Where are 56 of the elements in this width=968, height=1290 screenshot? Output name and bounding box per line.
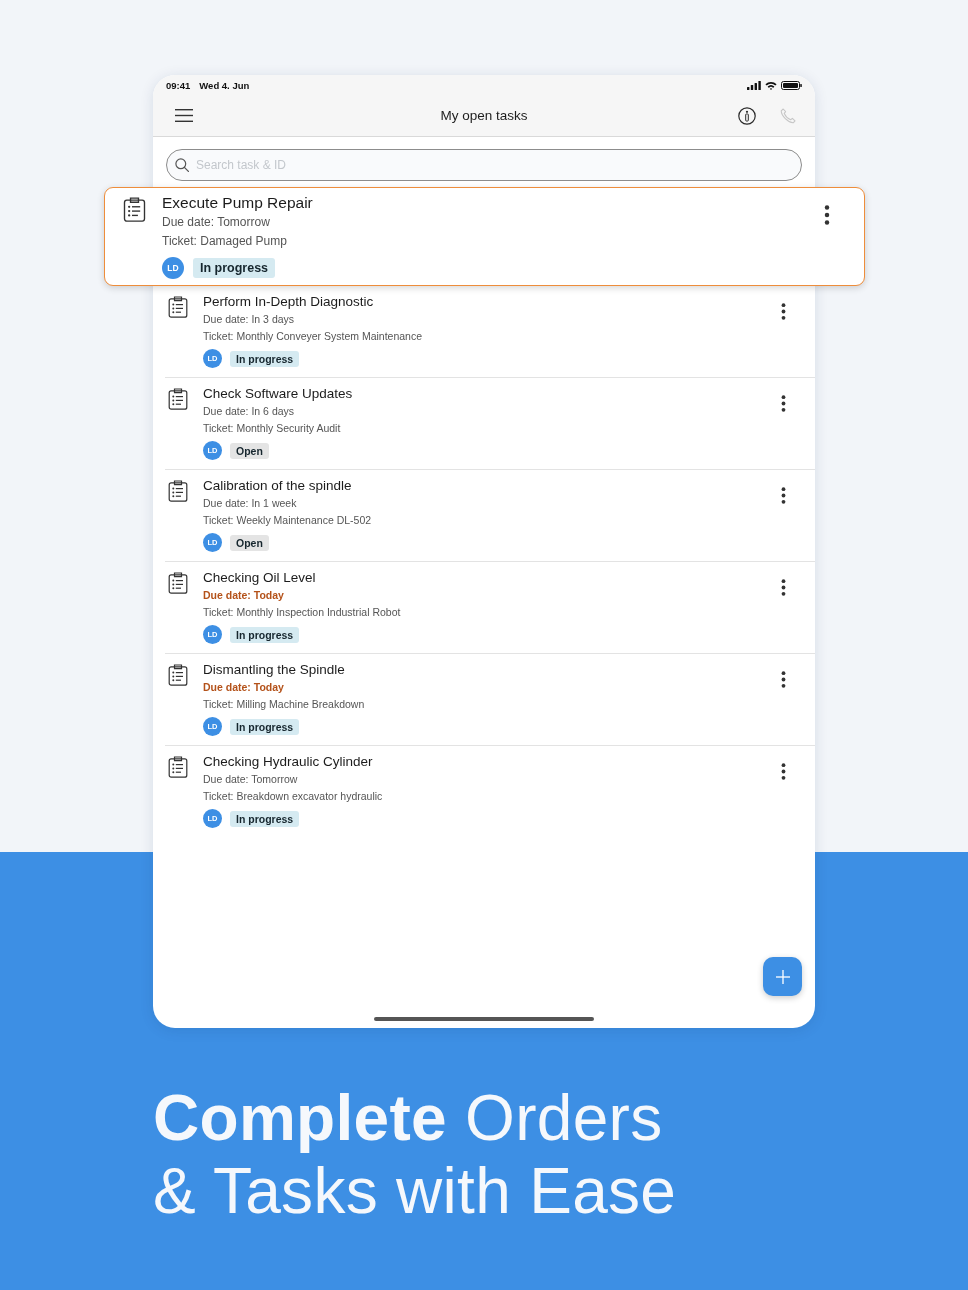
status-time: 09:41 xyxy=(166,79,191,91)
wifi-icon xyxy=(765,80,777,90)
screen-title: My open tasks xyxy=(440,108,528,123)
ticket-name: Ticket: Monthly Conveyer System Maintenance xyxy=(203,329,423,344)
menu-icon[interactable] xyxy=(175,109,193,122)
due-date: Due date: Tomorrow xyxy=(203,772,298,787)
status-tag: In progress xyxy=(230,350,300,367)
task-title: Execute Pump Repair xyxy=(162,193,313,213)
task-title: Calibration of the spindle xyxy=(203,477,352,495)
battery-icon xyxy=(781,80,802,90)
more-icon[interactable] xyxy=(780,395,786,412)
plus-icon xyxy=(775,969,790,984)
search-icon xyxy=(175,158,189,172)
task-title: Check Software Updates xyxy=(203,385,353,403)
info-icon[interactable] xyxy=(738,106,756,125)
clipboard-icon xyxy=(168,296,188,318)
clipboard-icon xyxy=(168,756,188,778)
status-tag: In progress xyxy=(230,626,300,643)
signal-icon xyxy=(747,80,761,90)
task-item[interactable]: Execute Pump Repair Due date: Tomorrow Ticket: Damaged Pump LD In progress xyxy=(104,187,865,286)
due-date: Due date: In 1 week xyxy=(203,496,297,511)
more-icon[interactable] xyxy=(780,671,786,688)
more-icon[interactable] xyxy=(780,579,786,596)
status-tag: Open xyxy=(230,442,269,459)
ticket-name: Ticket: Milling Machine Breakdown xyxy=(203,697,365,712)
ticket-name: Ticket: Weekly Maintenance DL-502 xyxy=(203,513,372,528)
task-title: Checking Hydraulic Cylinder xyxy=(203,753,373,771)
task-title: Perform In-Depth Diagnostic xyxy=(203,293,374,311)
assignee-avatar: LD xyxy=(162,257,184,279)
status-tag: Open xyxy=(230,534,269,551)
clipboard-icon xyxy=(168,572,188,594)
clipboard-icon xyxy=(168,480,188,502)
task-title: Checking Oil Level xyxy=(203,569,316,587)
promo-headline: Complete Orders & Tasks with Ease xyxy=(153,1082,677,1228)
more-icon[interactable] xyxy=(780,487,786,504)
ticket-name: Ticket: Monthly Inspection Industrial Robot xyxy=(203,605,401,620)
more-icon[interactable] xyxy=(780,303,786,320)
add-button[interactable] xyxy=(763,957,802,996)
ticket-name: Ticket: Damaged Pump xyxy=(162,233,287,250)
clipboard-icon xyxy=(168,388,188,410)
due-date: Due date: In 3 days xyxy=(203,312,295,327)
due-date: Due date: Tomorrow xyxy=(162,214,270,231)
status-date: Wed 4. Jun xyxy=(199,79,250,91)
clipboard-icon xyxy=(168,664,188,686)
due-date: Due date: In 6 days xyxy=(203,404,295,419)
more-icon[interactable] xyxy=(824,205,830,225)
ticket-name: Ticket: Breakdown excavator hydraulic xyxy=(203,789,383,804)
status-tag: In progress xyxy=(193,258,276,278)
ticket-name: Ticket: Monthly Security Audit xyxy=(203,421,341,436)
task-title: Dismantling the Spindle xyxy=(203,661,345,679)
more-icon[interactable] xyxy=(780,763,786,780)
due-date: Due date: Today xyxy=(203,680,284,695)
status-tag: In progress xyxy=(230,810,300,827)
due-date: Due date: Today xyxy=(203,588,284,603)
clipboard-icon xyxy=(123,197,146,222)
status-tag: In progress xyxy=(230,718,300,735)
